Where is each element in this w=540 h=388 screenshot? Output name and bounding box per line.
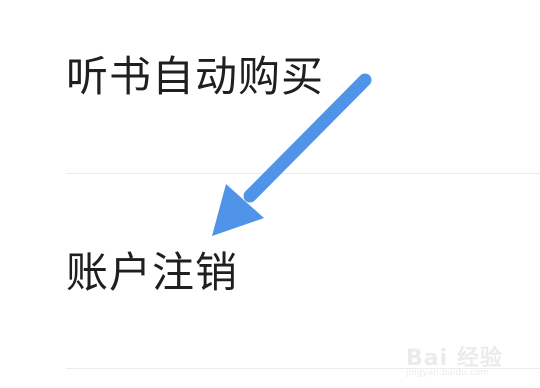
settings-item-account-deregister[interactable]: 账户注销: [0, 224, 540, 324]
watermark-url: jingyan.baidu.com: [406, 368, 490, 378]
watermark: Bai 经验 jingyan.baidu.com: [396, 334, 516, 382]
settings-item-label: 听书自动购买: [66, 52, 325, 101]
settings-list: 听书自动购买 账户注销: [0, 0, 540, 388]
divider: [66, 173, 540, 174]
settings-item-audiobook-auto-buy[interactable]: 听书自动购买: [0, 28, 540, 128]
settings-item-label: 账户注销: [66, 248, 239, 297]
